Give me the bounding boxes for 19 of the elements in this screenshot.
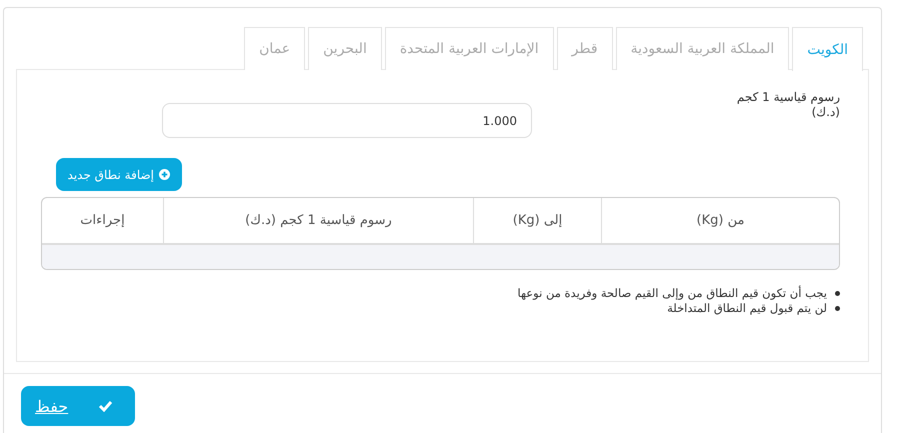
country-tab[interactable]: البحرين [308,27,382,70]
plus-circle-icon [159,169,170,180]
fee-input[interactable]: 1.000 [162,103,532,138]
column-header: إجراءات [79,212,126,230]
country-tab[interactable]: قطر [556,27,613,70]
country-tab[interactable]: الإمارات العربية المتحدة [384,27,554,70]
column-header: إلى (Kg) [473,198,601,243]
save-button[interactable]: حفظ [21,386,136,426]
column-header: من (Kg) [601,198,839,243]
column-header: رسوم قياسية 1 كجم (د.ك) [163,198,473,243]
checkmark-icon [98,400,114,412]
country-tab[interactable]: الكويت [792,27,863,71]
country-tab[interactable]: المملكة العربية السعودية [616,27,790,70]
add-range-button[interactable]: إضافة نطاق جديد [56,158,182,191]
note-text: يجب أن تكون قيم النطاق من وإلى القيم صالحة وفريدة من نوعها [518,286,827,301]
field-label: رسوم قياسية 1 كجم [736,90,840,105]
country-tab[interactable]: عمان [244,27,306,70]
note-text: لن يتم قبول قيم النطاق المتداخلة [667,301,827,316]
unit-label: (د.ك) [810,105,840,120]
